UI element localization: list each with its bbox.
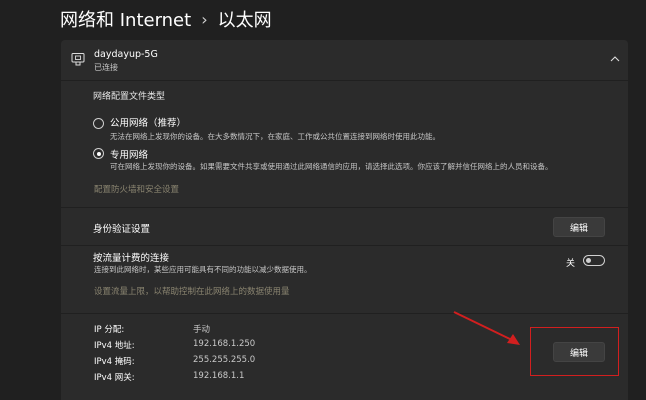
metered-title: 按流量计费的连接 (93, 253, 170, 264)
public-network-radio[interactable] (93, 118, 104, 129)
metered-connection-row: 按流量计费的连接 连接到此网络时，某些应用可能具有不同的功能以减少数据使用。 关… (61, 246, 628, 313)
breadcrumb: 网络和 Internet › 以太网 (60, 6, 272, 32)
profile-title: 网络配置文件类型 (93, 92, 166, 102)
auth-settings-title: 身份验证设置 (93, 224, 151, 235)
annotation-arrow-icon (453, 311, 520, 345)
public-network-desc: 无法在网络上发现你的设备。在大多数情况下，在家庭、工作或公共位置连接到网络时使用… (110, 132, 440, 141)
breadcrumb-separator: › (201, 9, 208, 29)
page-title: 以太网 (217, 10, 272, 31)
ipv4-address-label: IPv4 地址: (94, 341, 135, 351)
chevron-up-icon[interactable] (610, 55, 620, 63)
profile-section: 网络配置文件类型 公用网络（推荐） 无法在网络上发现你的设备。在大多数情况下，在… (61, 81, 628, 207)
ip-assign-label: IP 分配: (94, 325, 125, 335)
ipv4-mask-label: IPv4 掩码: (94, 357, 135, 367)
highlight-box (530, 327, 619, 376)
private-network-desc: 可在网络上发现你的设备。如果需要文件共享或使用通过此网络通信的应用，请选择此选项… (110, 162, 553, 171)
breadcrumb-parent[interactable]: 网络和 Internet (60, 6, 191, 32)
ipv4-gateway-label: IPv4 网关: (94, 373, 135, 383)
ipv4-address-value: 192.168.1.250 (193, 339, 256, 349)
auth-settings-row: 身份验证设置 编辑 (61, 208, 628, 245)
network-status: 已连接 (94, 63, 118, 72)
network-header[interactable]: daydayup-5G 已连接 (61, 40, 628, 80)
metered-desc: 连接到此网络时，某些应用可能具有不同的功能以减少数据使用。 (94, 265, 312, 274)
metered-toggle-label: 关 (566, 259, 576, 269)
metered-toggle[interactable] (583, 255, 605, 266)
public-network-label[interactable]: 公用网络（推荐） (110, 115, 186, 129)
ipv4-gateway-value: 192.168.1.1 (193, 371, 245, 381)
data-limit-link[interactable]: 设置流量上限，以帮助控制在此网络上的数据使用量 (94, 285, 290, 297)
network-name: daydayup-5G (94, 49, 158, 60)
auth-edit-button[interactable]: 编辑 (553, 217, 605, 237)
ethernet-icon (71, 53, 85, 66)
private-network-label[interactable]: 专用网络 (110, 147, 148, 161)
ipv4-mask-value: 255.255.255.0 (193, 355, 256, 365)
firewall-settings-link[interactable]: 配置防火墙和安全设置 (94, 183, 179, 195)
private-network-radio[interactable] (93, 148, 104, 159)
ip-assign-value: 手动 (193, 325, 211, 335)
